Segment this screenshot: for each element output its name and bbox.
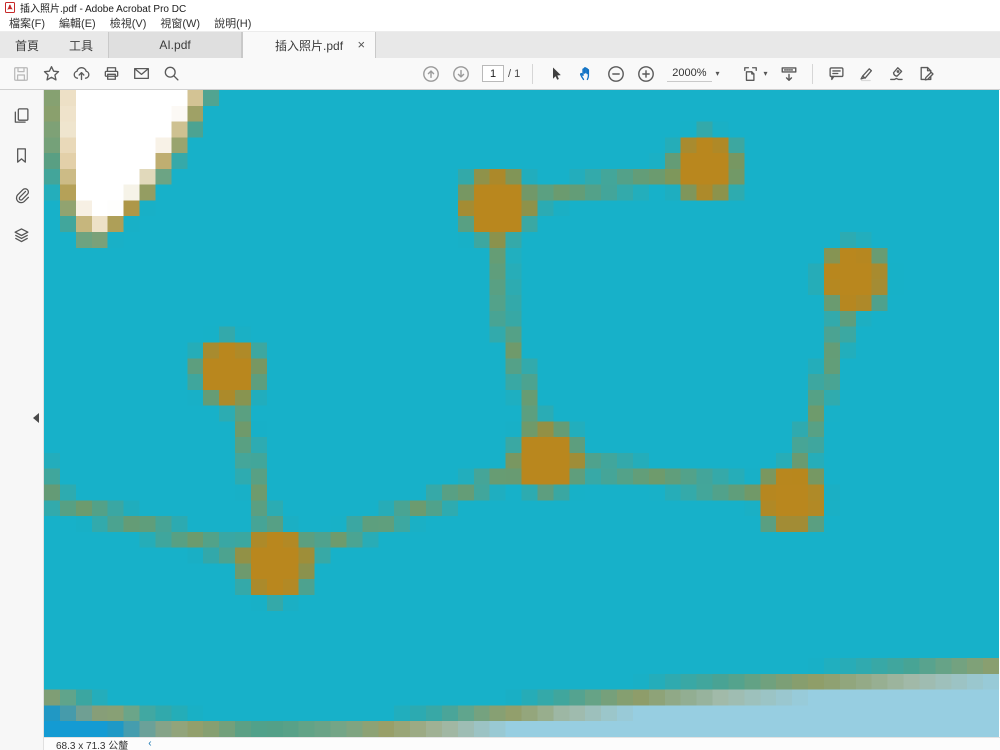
page-fit-dropdown-icon[interactable]: ▾ bbox=[763, 69, 767, 78]
toolbar-center-group: / 1 2000% ▾ bbox=[416, 58, 720, 89]
pdf-page-canvas[interactable] bbox=[44, 90, 999, 737]
zoom-out-icon[interactable] bbox=[601, 61, 631, 87]
search-icon[interactable] bbox=[156, 61, 186, 87]
share-upload-icon[interactable] bbox=[66, 61, 96, 87]
sidebar-collapse-icon[interactable] bbox=[33, 413, 39, 423]
menu-item-edit[interactable]: 編輯(E) bbox=[52, 15, 103, 31]
tab-home[interactable]: 首頁 bbox=[0, 32, 54, 58]
menu-item-help[interactable]: 說明(H) bbox=[207, 15, 258, 31]
save-icon[interactable] bbox=[6, 61, 36, 87]
page-up-icon[interactable] bbox=[416, 61, 446, 87]
page-number-input[interactable] bbox=[482, 65, 504, 82]
zoom-dropdown-icon[interactable]: ▾ bbox=[716, 69, 720, 78]
window-title: 插入照片.pdf - Adobe Acrobat Pro DC bbox=[20, 4, 187, 15]
main-toolbar: / 1 2000% ▾ ▾ bbox=[0, 58, 1000, 90]
pointer-icon[interactable] bbox=[541, 61, 571, 87]
page-down-icon[interactable] bbox=[446, 61, 476, 87]
menu-item-view[interactable]: 檢視(V) bbox=[103, 15, 154, 31]
toolbar-divider bbox=[812, 63, 813, 84]
tab-doc-current-label: 插入照片.pdf bbox=[275, 38, 344, 53]
page-total-label: / 1 bbox=[508, 67, 521, 80]
bookmarks-icon[interactable] bbox=[9, 143, 35, 167]
page-fit-icon[interactable]: ▾ bbox=[736, 61, 774, 87]
star-icon[interactable] bbox=[36, 61, 66, 87]
tab-tools[interactable]: 工具 bbox=[54, 32, 108, 58]
menu-item-file[interactable]: 檔案(F) bbox=[2, 15, 52, 31]
page-dimensions-label: 68.3 x 71.3 公釐 bbox=[56, 740, 129, 750]
tab-doc-ai[interactable]: AI.pdf bbox=[108, 32, 243, 58]
toolbar-divider bbox=[532, 63, 534, 84]
highlight-icon[interactable] bbox=[851, 61, 881, 87]
hide-toolbar-icon[interactable] bbox=[774, 61, 804, 87]
status-expand-icon[interactable]: ‹ bbox=[148, 739, 151, 749]
zoom-in-icon[interactable] bbox=[631, 61, 661, 87]
comment-icon[interactable] bbox=[821, 61, 851, 87]
acrobat-logo-icon bbox=[5, 2, 15, 13]
tab-doc-current[interactable]: 插入照片.pdf × bbox=[242, 32, 377, 58]
status-bar: 68.3 x 71.3 公釐 ‹ bbox=[44, 737, 1000, 750]
page-thumbnails-icon[interactable] bbox=[9, 103, 35, 127]
toolbar-right-group: ▾ bbox=[736, 58, 941, 89]
attachments-icon[interactable] bbox=[9, 183, 35, 207]
navigation-sidebar bbox=[0, 90, 44, 750]
edit-pdf-icon[interactable] bbox=[911, 61, 941, 87]
document-content: 68.3 x 71.3 公釐 ‹ bbox=[44, 90, 1000, 750]
menu-bar: 檔案(F) 編輯(E) 檢視(V) 視窗(W) 說明(H) bbox=[0, 15, 1000, 31]
toolbar-left-group bbox=[6, 58, 186, 89]
email-icon[interactable] bbox=[126, 61, 156, 87]
layers-icon[interactable] bbox=[9, 223, 35, 247]
menu-item-window[interactable]: 視窗(W) bbox=[153, 15, 207, 31]
print-icon[interactable] bbox=[96, 61, 126, 87]
window-titlebar: 插入照片.pdf - Adobe Acrobat Pro DC bbox=[0, 0, 1000, 15]
fill-sign-icon[interactable] bbox=[881, 61, 911, 87]
main-area: 68.3 x 71.3 公釐 ‹ bbox=[0, 90, 1000, 750]
tab-bar: 首頁 工具 AI.pdf 插入照片.pdf × bbox=[0, 31, 1000, 58]
tab-doc-ai-label: AI.pdf bbox=[159, 38, 191, 52]
close-tab-icon[interactable]: × bbox=[357, 38, 365, 51]
hand-tool-icon[interactable] bbox=[571, 61, 601, 87]
zoom-level-value[interactable]: 2000% bbox=[667, 66, 712, 82]
